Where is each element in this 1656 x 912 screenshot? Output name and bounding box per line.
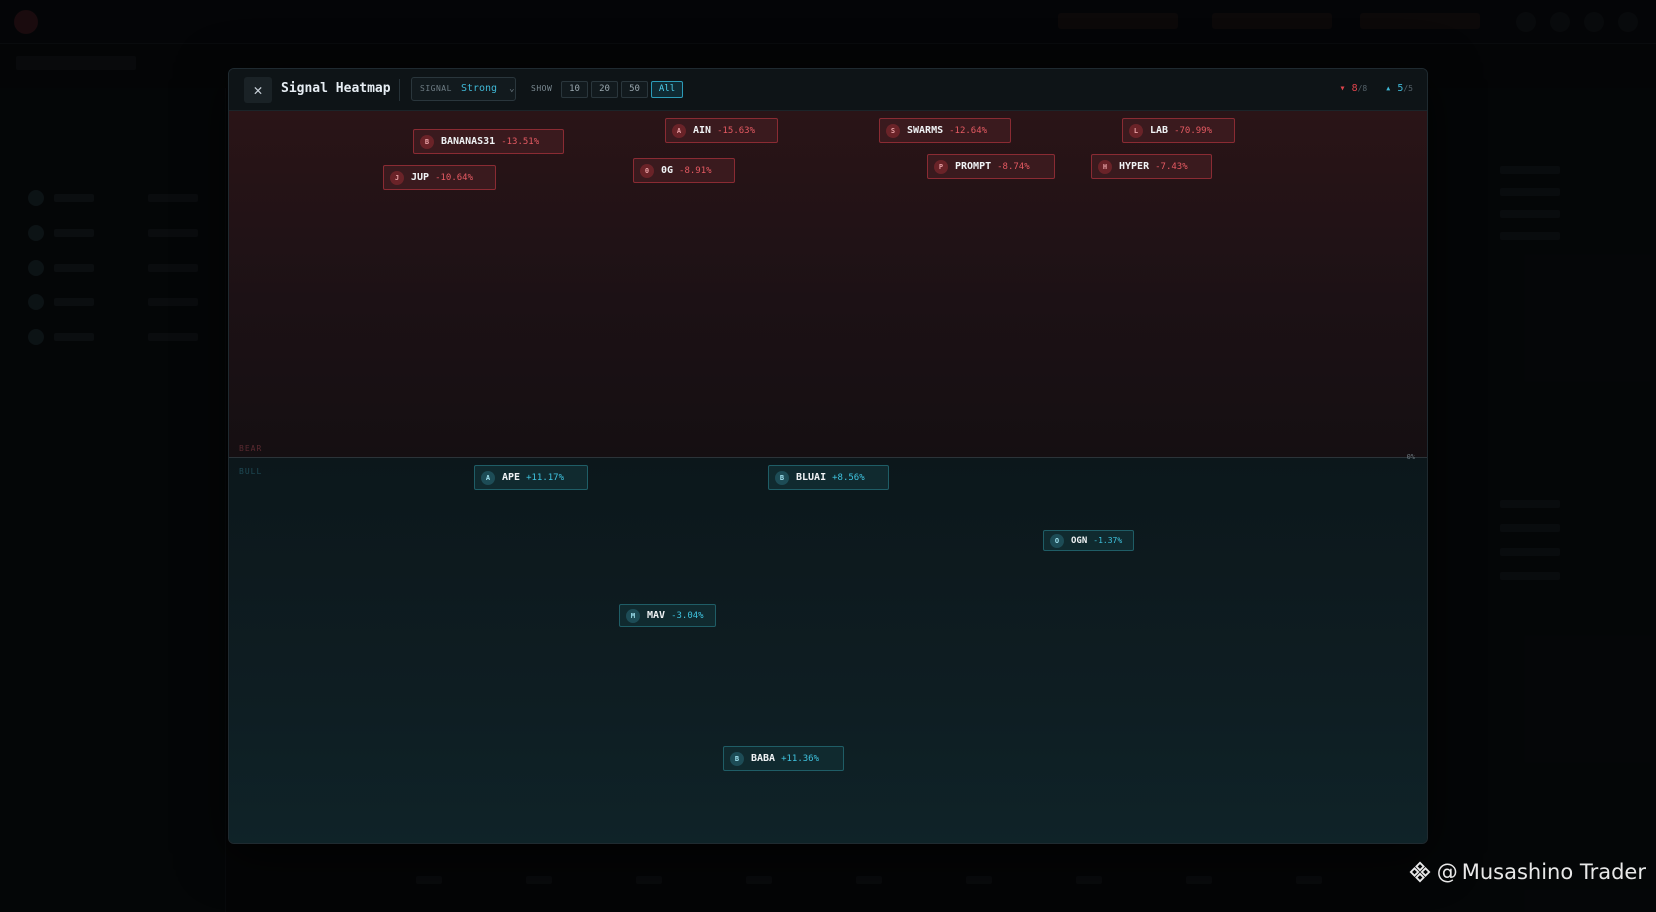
- coin-icon: A: [672, 123, 686, 138]
- coin-icon: J: [390, 170, 404, 185]
- bear-zone-label: BEAR: [239, 444, 263, 453]
- coin-icon: H: [1098, 159, 1112, 174]
- coin-icon: S: [886, 123, 900, 138]
- chip-symbol: LAB: [1150, 125, 1169, 136]
- coin-icon: B: [775, 470, 789, 485]
- signal-chip-ogn[interactable]: O OGN -1.37%: [1043, 530, 1134, 551]
- show-option-50[interactable]: 50: [621, 81, 648, 98]
- signal-chip-baba[interactable]: B BABA +11.36%: [723, 746, 844, 771]
- coin-icon: B: [420, 134, 434, 149]
- chip-symbol: BLUAI: [796, 472, 827, 483]
- coin-icon: 0: [640, 163, 654, 178]
- chip-symbol: BANANAS31: [441, 136, 496, 147]
- chip-change: -70.99%: [1174, 125, 1212, 136]
- header-divider: [399, 79, 400, 101]
- signal-chip-0g[interactable]: 0 0G -8.91%: [633, 158, 735, 183]
- show-option-all[interactable]: All: [651, 81, 683, 98]
- signal-chip-ape[interactable]: A APE +11.17%: [474, 465, 588, 490]
- chip-change: +11.17%: [526, 472, 564, 483]
- heatmap-area: BEAR BULL 0% B BANANAS31 -13.51% J JUP -…: [229, 111, 1427, 843]
- modal-title: Signal Heatmap: [281, 81, 391, 96]
- coin-icon: B: [730, 751, 744, 766]
- chip-change: -12.64%: [949, 125, 988, 136]
- chip-symbol: APE: [502, 472, 521, 483]
- chip-symbol: 0G: [661, 165, 674, 176]
- chip-change: +11.36%: [781, 753, 820, 764]
- arrow-down-icon: ▾: [1339, 83, 1346, 94]
- watermark-at: @: [1436, 860, 1458, 884]
- signal-chip-swarms[interactable]: S SWARMS -12.64%: [879, 118, 1011, 143]
- watermark: @ Musashino Trader: [1409, 860, 1646, 884]
- coin-icon: P: [934, 159, 948, 174]
- chip-change: +8.56%: [832, 472, 865, 483]
- bull-count: ▴ 5/5: [1385, 83, 1413, 94]
- watermark-name: Musashino Trader: [1461, 860, 1646, 884]
- signal-chip-prompt[interactable]: P PROMPT -8.74%: [927, 154, 1055, 179]
- show-option-20[interactable]: 20: [591, 81, 618, 98]
- arrow-up-icon: ▴: [1385, 83, 1392, 94]
- show-label: SHOW: [531, 84, 553, 93]
- show-option-10[interactable]: 10: [561, 81, 588, 98]
- modal-header: ✕ Signal Heatmap SIGNAL Strong ⌄ SHOW 10…: [229, 69, 1427, 111]
- chip-change: -1.37%: [1093, 536, 1123, 545]
- signal-heatmap-modal: ✕ Signal Heatmap SIGNAL Strong ⌄ SHOW 10…: [228, 68, 1428, 844]
- signal-chip-hyper[interactable]: H HYPER -7.43%: [1091, 154, 1212, 179]
- coin-icon: M: [626, 608, 640, 623]
- signal-counts: ▾ 8/8 ▴ 5/5: [1340, 83, 1414, 94]
- chip-change: -10.64%: [435, 172, 473, 183]
- chip-symbol: JUP: [411, 172, 430, 183]
- chevron-down-icon: ⌄: [509, 84, 515, 94]
- zero-line: [229, 457, 1427, 458]
- bear-zone: [229, 111, 1427, 457]
- chip-symbol: OGN: [1071, 535, 1088, 546]
- diamond-logo-icon: [1409, 861, 1431, 883]
- chip-symbol: PROMPT: [955, 161, 992, 172]
- bear-count: ▾ 8/8: [1339, 83, 1368, 94]
- coin-icon: O: [1050, 533, 1064, 548]
- signal-chip-ain[interactable]: A AIN -15.63%: [665, 118, 778, 143]
- chip-symbol: AIN: [693, 125, 712, 136]
- chip-symbol: BABA: [751, 753, 776, 764]
- chip-change: -8.91%: [679, 165, 712, 176]
- signal-chip-bluai[interactable]: B BLUAI +8.56%: [768, 465, 889, 490]
- signal-filter-label: SIGNAL: [420, 84, 452, 93]
- bull-zone-label: BULL: [239, 467, 263, 476]
- signal-chip-mav[interactable]: M MAV -3.04%: [619, 604, 716, 627]
- chip-symbol: MAV: [647, 610, 666, 621]
- signal-chip-bananas31[interactable]: B BANANAS31 -13.51%: [413, 129, 564, 154]
- close-button[interactable]: ✕: [244, 77, 272, 103]
- bull-zone: [229, 458, 1427, 843]
- chip-change: -3.04%: [671, 610, 704, 621]
- chip-change: -7.43%: [1155, 161, 1188, 172]
- signal-filter-value: Strong: [460, 83, 498, 94]
- chip-symbol: HYPER: [1119, 161, 1150, 172]
- chip-change: -13.51%: [501, 136, 540, 147]
- signal-chip-jup[interactable]: J JUP -10.64%: [383, 165, 496, 190]
- coin-icon: L: [1129, 123, 1143, 138]
- signal-filter-select[interactable]: SIGNAL Strong ⌄: [411, 77, 516, 101]
- zero-label: 0%: [1406, 453, 1415, 461]
- signal-chip-lab[interactable]: L LAB -70.99%: [1122, 118, 1235, 143]
- close-icon: ✕: [253, 81, 263, 99]
- chip-change: -15.63%: [717, 125, 755, 136]
- chip-symbol: SWARMS: [907, 125, 944, 136]
- coin-icon: A: [481, 470, 495, 485]
- chip-change: -8.74%: [997, 161, 1030, 172]
